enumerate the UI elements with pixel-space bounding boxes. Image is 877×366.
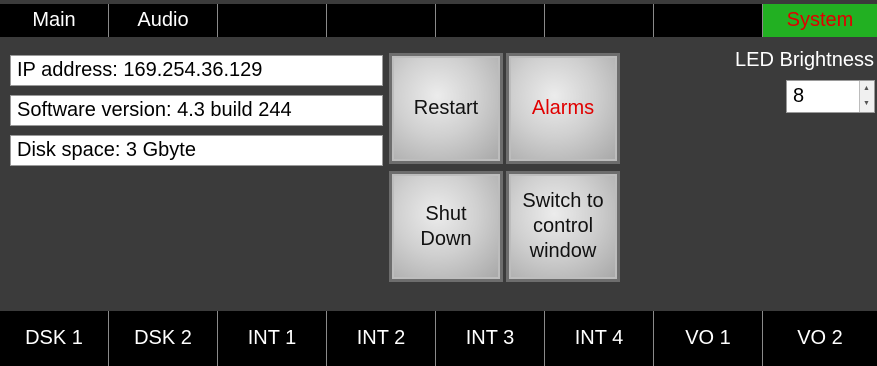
- tab-system[interactable]: System: [763, 4, 877, 37]
- software-version-field: Software version: 4.3 build 244: [10, 95, 383, 126]
- switch-line-2: control: [532, 215, 594, 237]
- tab-int-4[interactable]: INT 4: [545, 311, 654, 366]
- shut-down-button-label: Shut Down: [420, 202, 471, 252]
- tab-empty-7[interactable]: [654, 4, 763, 37]
- switch-button-label: Switch to control window: [522, 189, 603, 264]
- tab-dsk-1[interactable]: DSK 1: [0, 311, 109, 366]
- shut-down-line-1: Shut: [425, 202, 467, 225]
- disk-space-field: Disk space: 3 Gbyte: [10, 135, 383, 166]
- tab-empty-5[interactable]: [436, 4, 545, 37]
- alarms-button[interactable]: Alarms: [506, 53, 620, 164]
- ip-address-field: IP address: 169.254.36.129: [10, 55, 383, 86]
- alarms-button-label: Alarms: [531, 97, 595, 119]
- restart-button-label: Restart: [413, 97, 479, 119]
- shut-down-button[interactable]: Shut Down: [389, 171, 503, 282]
- stepper-arrows[interactable]: ▲ ▼: [859, 81, 874, 112]
- tab-dsk-2[interactable]: DSK 2: [109, 311, 218, 366]
- tab-vo-2[interactable]: VO 2: [763, 311, 877, 366]
- bottom-tab-bar: DSK 1 DSK 2 INT 1 INT 2 INT 3 INT 4 VO 1…: [0, 311, 877, 366]
- stepper-down-icon[interactable]: ▼: [863, 100, 870, 107]
- shut-down-line-2: Down: [420, 227, 472, 250]
- led-brightness-stepper[interactable]: 8 ▲ ▼: [786, 80, 875, 113]
- tab-int-1[interactable]: INT 1: [218, 311, 327, 366]
- restart-button[interactable]: Restart: [389, 53, 503, 164]
- tab-empty-4[interactable]: [327, 4, 436, 37]
- tab-main[interactable]: Main: [0, 4, 109, 37]
- tab-int-2[interactable]: INT 2: [327, 311, 436, 366]
- tab-empty-6[interactable]: [545, 4, 654, 37]
- led-brightness-value: 8: [793, 85, 805, 107]
- switch-line-3: window: [529, 240, 597, 262]
- switch-to-control-window-button[interactable]: Switch to control window: [506, 171, 620, 282]
- stepper-up-icon[interactable]: ▲: [863, 85, 870, 92]
- led-brightness-label: LED Brightness: [735, 49, 874, 71]
- top-tab-bar: Main Audio System: [0, 4, 877, 37]
- tab-audio[interactable]: Audio: [109, 4, 218, 37]
- tab-int-3[interactable]: INT 3: [436, 311, 545, 366]
- tab-vo-1[interactable]: VO 1: [654, 311, 763, 366]
- switch-line-1: Switch to: [522, 190, 604, 212]
- tab-empty-3[interactable]: [218, 4, 327, 37]
- system-panel: Main Audio System IP address: 169.254.36…: [0, 0, 877, 366]
